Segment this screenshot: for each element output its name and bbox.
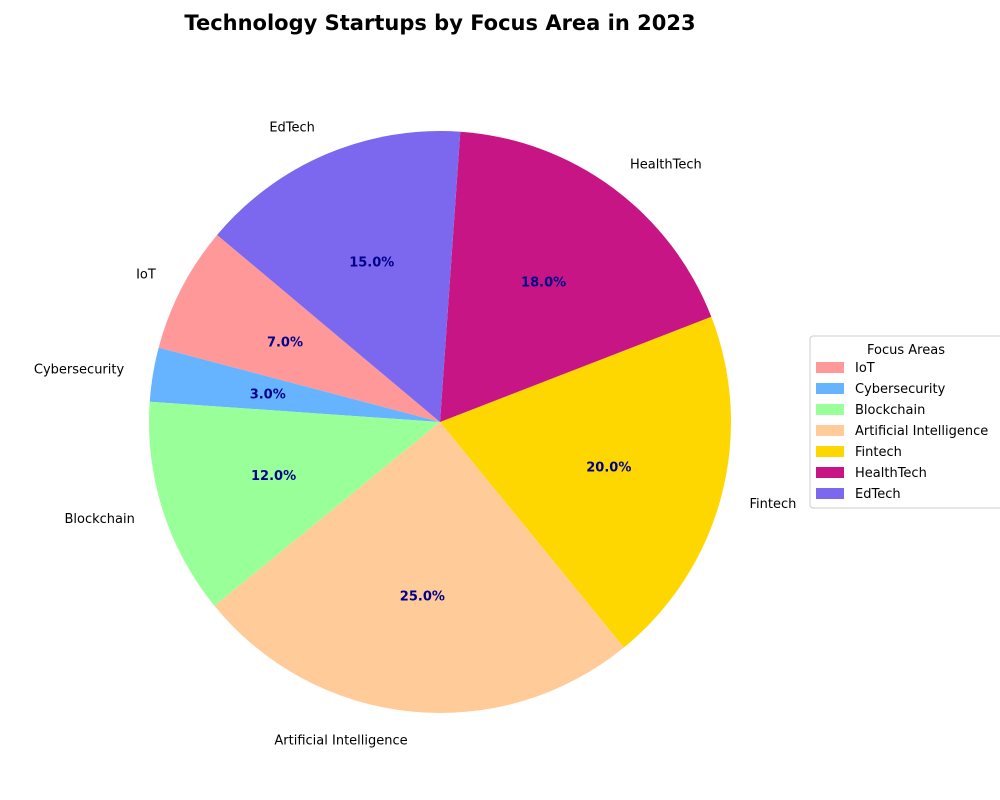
legend-swatch-fintech: [816, 446, 844, 457]
legend-label-artificial-intelligence: Artificial Intelligence: [855, 424, 988, 439]
legend-swatch-iot: [816, 362, 844, 373]
legend-label-cybersecurity: Cybersecurity: [855, 382, 946, 397]
legend-label-healthtech: HealthTech: [855, 466, 927, 481]
percentage-label-edtech: 15.0%: [349, 255, 394, 270]
legend-swatch-blockchain: [816, 404, 844, 415]
percentage-label-blockchain: 12.0%: [251, 469, 296, 484]
percentage-label-fintech: 20.0%: [586, 461, 631, 476]
percentage-label-cybersecurity: 3.0%: [250, 387, 286, 402]
category-label-healthtech: HealthTech: [630, 157, 702, 172]
category-label-iot: IoT: [136, 268, 156, 283]
category-label-artificial-intelligence: Artificial Intelligence: [274, 733, 407, 748]
category-label-blockchain: Blockchain: [65, 512, 135, 527]
legend-frame: [809, 335, 1000, 509]
category-label-edtech: EdTech: [269, 120, 315, 135]
percentage-label-healthtech: 18.0%: [521, 275, 566, 290]
legend-swatch-artificial-intelligence: [816, 425, 844, 436]
legend-label-fintech: Fintech: [855, 445, 902, 460]
pie-chart: Technology Startups by Focus Area in 202…: [34, 11, 1000, 748]
legend-label-edtech: EdTech: [855, 487, 901, 502]
percentage-label-iot: 7.0%: [267, 336, 303, 351]
legend-swatch-healthtech: [816, 467, 844, 478]
category-label-cybersecurity: Cybersecurity: [34, 363, 125, 378]
legend-label-blockchain: Blockchain: [855, 403, 925, 418]
legend-title: Focus Areas: [867, 343, 945, 358]
pie-slices: [149, 131, 731, 713]
legend-swatch-cybersecurity: [816, 383, 844, 394]
legend: Focus Areas IoT Cybersecurity Blockchain Ar…: [809, 335, 1000, 509]
chart-title: Technology Startups by Focus Area in 202…: [184, 11, 695, 35]
legend-swatch-edtech: [816, 488, 844, 499]
legend-label-iot: IoT: [855, 361, 875, 376]
category-label-fintech: Fintech: [749, 497, 796, 512]
percentage-label-artificial-intelligence: 25.0%: [400, 590, 445, 605]
